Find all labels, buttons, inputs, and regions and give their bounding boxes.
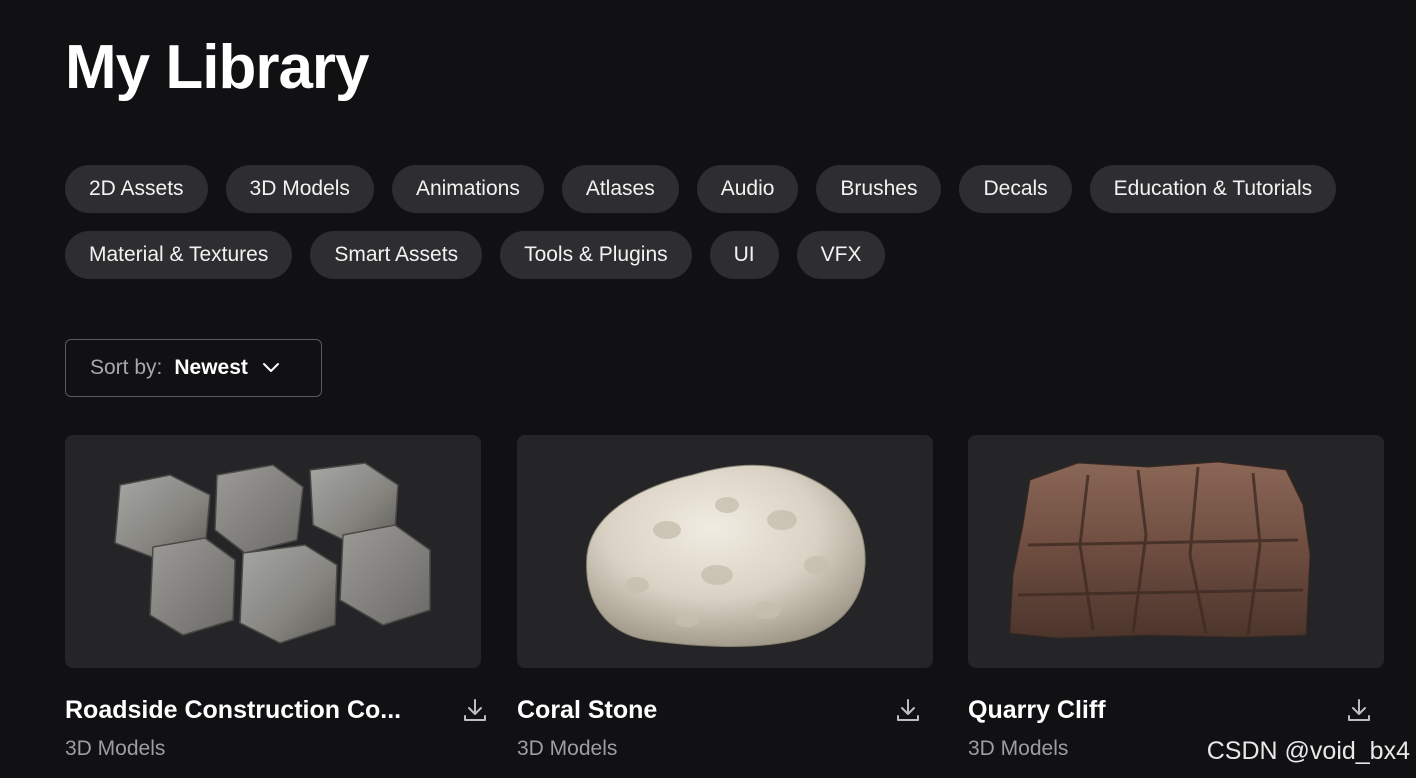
filter-chip-brushes[interactable]: Brushes	[816, 165, 942, 213]
asset-title[interactable]: Quarry Cliff	[968, 695, 1318, 725]
filter-row-1: 2D Assets 3D Models Animations Atlases A…	[65, 165, 1415, 213]
asset-category: 3D Models	[517, 737, 618, 760]
filter-chip-tools-plugins[interactable]: Tools & Plugins	[500, 231, 692, 279]
asset-thumbnail-quarry-cliff[interactable]	[968, 435, 1384, 668]
asset-thumbnail-coral-stone[interactable]	[517, 435, 933, 668]
asset-card[interactable]: Quarry Cliff 3D Models	[968, 435, 1384, 760]
filter-chip-2d-assets[interactable]: 2D Assets	[65, 165, 208, 213]
asset-card[interactable]: Coral Stone 3D Models	[517, 435, 933, 760]
asset-title[interactable]: Coral Stone	[517, 695, 867, 725]
cobblestones-image	[114, 462, 431, 644]
filter-chip-audio[interactable]: Audio	[696, 165, 799, 213]
watermark-text: CSDN @void_bx4	[1206, 737, 1410, 765]
asset-title[interactable]: Roadside Construction Co...	[65, 695, 415, 725]
asset-category: 3D Models	[65, 737, 166, 760]
filter-row-2: Material & Textures Smart Assets Tools &…	[65, 231, 1415, 279]
asset-category: 3D Models	[968, 737, 1069, 760]
sort-label: Sort by:	[90, 356, 163, 379]
category-filters: 2D Assets 3D Models Animations Atlases A…	[65, 165, 1415, 297]
filter-chip-ui[interactable]: UI	[709, 231, 779, 279]
asset-card[interactable]: Roadside Construction Co... 3D Models	[65, 435, 486, 760]
chevron-down-icon	[262, 362, 280, 374]
asset-thumbnail-cobblestones[interactable]	[65, 435, 481, 668]
filter-chip-smart-assets[interactable]: Smart Assets	[310, 231, 483, 279]
filter-chip-atlases[interactable]: Atlases	[561, 165, 679, 213]
download-icon[interactable]	[895, 697, 921, 723]
filter-chip-decals[interactable]: Decals	[959, 165, 1072, 213]
filter-chip-vfx[interactable]: VFX	[796, 231, 886, 279]
quarry-cliff-image	[1009, 461, 1311, 639]
filter-chip-animations[interactable]: Animations	[391, 165, 544, 213]
filter-chip-education-tutorials[interactable]: Education & Tutorials	[1089, 165, 1337, 213]
sort-value: Newest	[174, 356, 248, 379]
coral-stone-image	[586, 464, 866, 647]
download-icon[interactable]	[1346, 697, 1372, 723]
download-icon[interactable]	[462, 697, 488, 723]
sort-dropdown[interactable]: Sort by: Newest	[65, 339, 322, 397]
filter-chip-3d-models[interactable]: 3D Models	[225, 165, 374, 213]
filter-chip-material-textures[interactable]: Material & Textures	[65, 231, 293, 279]
page-title: My Library	[65, 33, 370, 102]
library-page: My Library 2D Assets 3D Models Animation…	[0, 0, 1416, 778]
